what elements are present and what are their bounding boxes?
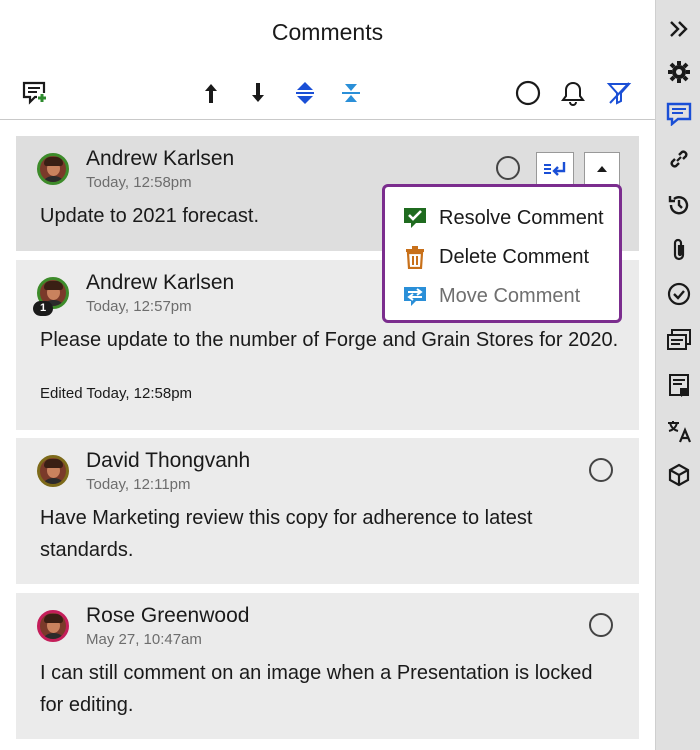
right-rail xyxy=(655,0,700,750)
arrow-up-icon[interactable] xyxy=(196,78,226,108)
menu-item-label: Delete Comment xyxy=(439,245,590,268)
page-title: Comments xyxy=(271,19,384,45)
avatar xyxy=(37,455,69,487)
caret-up-icon xyxy=(597,166,607,172)
menu-item-move[interactable]: Move Comment xyxy=(401,279,580,313)
resolve-toggle-icon[interactable] xyxy=(589,458,613,482)
arrow-down-icon[interactable] xyxy=(243,78,273,108)
collapse-panel-icon[interactable] xyxy=(665,15,693,43)
comment-time: May 27, 10:47am xyxy=(86,631,202,648)
link-icon[interactable] xyxy=(665,145,693,173)
comment-menu-button[interactable] xyxy=(584,152,620,186)
resolve-check-icon xyxy=(401,204,429,232)
menu-item-delete[interactable]: Delete Comment xyxy=(401,240,589,274)
settings-gear-icon[interactable] xyxy=(665,58,693,86)
expand-all-icon[interactable] xyxy=(290,78,320,108)
collapse-all-icon[interactable] xyxy=(336,78,366,108)
menu-item-label: Resolve Comment xyxy=(439,206,604,229)
comment-author: Andrew Karlsen xyxy=(86,271,235,294)
comments-toolbar xyxy=(0,74,655,110)
comment-author: Andrew Karlsen xyxy=(86,147,235,170)
comment-time: Today, 12:11pm xyxy=(86,476,191,493)
menu-item-label: Move Comment xyxy=(439,284,581,307)
comment-actions-menu: Resolve Comment Delete Comment Move Comm… xyxy=(382,184,622,323)
comment-card[interactable]: David Thongvanh Today, 12:11pm Have Mark… xyxy=(16,438,639,584)
comments-panel: Comments Andrew Karlsen Today, 12:58pm U… xyxy=(0,0,655,750)
translate-icon[interactable] xyxy=(665,417,693,445)
comment-body: I can still comment on an image when a P… xyxy=(40,662,593,716)
comment-time: Today, 12:57pm xyxy=(86,298,192,315)
reply-icon xyxy=(544,162,566,176)
reply-button[interactable] xyxy=(536,152,574,186)
attachment-icon[interactable] xyxy=(665,236,693,264)
cube-icon[interactable] xyxy=(665,461,693,489)
avatar xyxy=(37,153,69,185)
edited-label: Edited Today, 12:58pm xyxy=(40,385,193,402)
move-arrows-icon xyxy=(401,282,429,310)
bell-icon[interactable] xyxy=(558,78,588,108)
comments-icon[interactable] xyxy=(665,100,693,128)
history-icon[interactable] xyxy=(665,191,693,219)
resolve-toggle-icon[interactable] xyxy=(496,156,520,180)
menu-item-resolve[interactable]: Resolve Comment xyxy=(401,201,604,235)
resolve-circle-icon[interactable] xyxy=(513,78,543,108)
add-comment-icon[interactable] xyxy=(20,78,50,108)
tasks-check-icon[interactable] xyxy=(665,280,693,308)
comment-author: David Thongvanh xyxy=(86,449,251,472)
avatar xyxy=(37,610,69,642)
filter-off-icon[interactable] xyxy=(604,78,634,108)
trash-icon xyxy=(401,243,429,271)
copy-icon[interactable] xyxy=(665,326,693,354)
reply-count-badge: 1 xyxy=(33,301,53,316)
notes-icon[interactable] xyxy=(665,371,693,399)
resolve-toggle-icon[interactable] xyxy=(589,613,613,637)
comment-card[interactable]: Rose Greenwood May 27, 10:47am I can sti… xyxy=(16,593,639,739)
comment-time: Today, 12:58pm xyxy=(86,174,192,191)
comment-body: Have Marketing review this copy for adhe… xyxy=(40,507,533,561)
comment-author: Rose Greenwood xyxy=(86,604,250,627)
comment-body: Please update to the number of Forge and… xyxy=(40,329,619,351)
